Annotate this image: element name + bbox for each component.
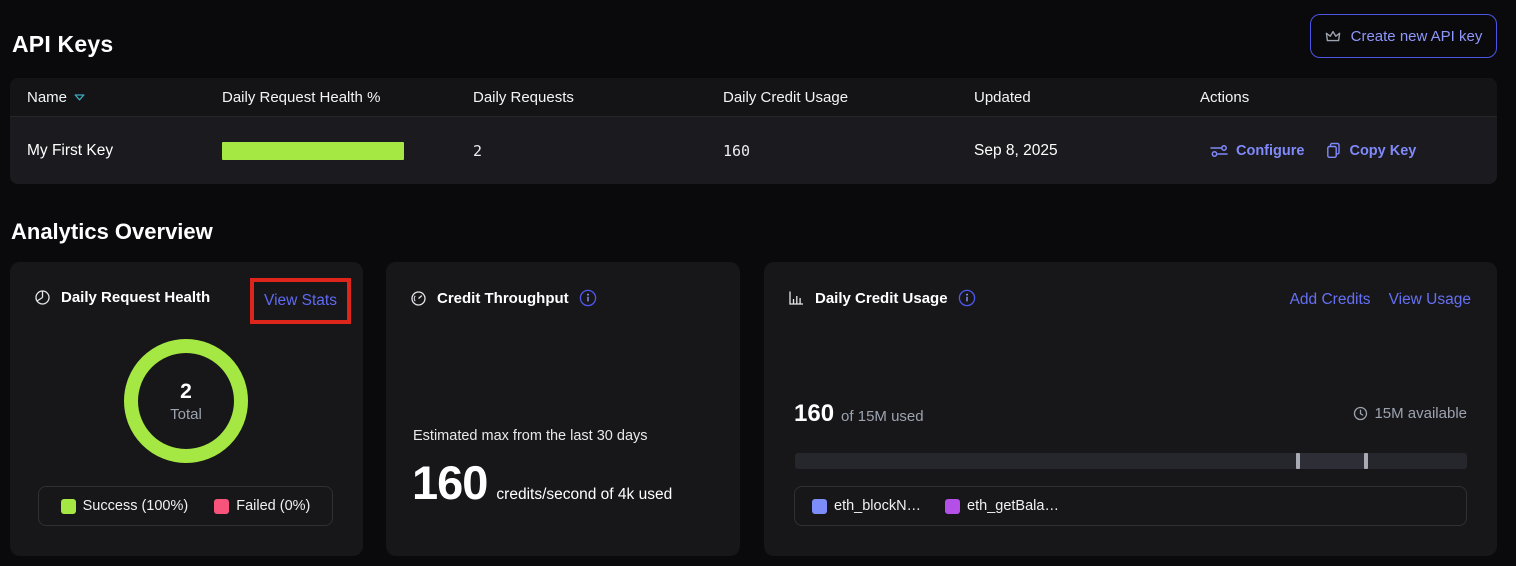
add-credits-link[interactable]: Add Credits — [1290, 291, 1371, 309]
column-header-daily-credit-usage: Daily Credit Usage — [723, 89, 974, 106]
progress-tick-marker — [1364, 453, 1368, 469]
updated-cell: Sep 8, 2025 — [974, 142, 1200, 160]
health-percent-bar — [222, 142, 404, 160]
view-usage-link[interactable]: View Usage — [1389, 291, 1471, 309]
success-swatch — [61, 499, 76, 514]
copy-icon — [1326, 142, 1341, 159]
donut-total-label: Total — [170, 406, 202, 423]
usage-legend: eth_blockN… eth_getBala… — [794, 486, 1467, 526]
annotation-highlight-box: View Stats — [250, 278, 351, 324]
page-title: API Keys — [12, 31, 113, 58]
column-header-name[interactable]: Name — [10, 89, 222, 106]
card-title-daily-request-health: Daily Request Health — [61, 289, 210, 306]
bar-chart-icon — [788, 290, 805, 306]
card-title-credit-throughput: Credit Throughput — [437, 290, 569, 307]
clock-icon — [1353, 406, 1368, 421]
info-icon[interactable] — [579, 289, 597, 307]
view-stats-link[interactable]: View Stats — [264, 292, 337, 310]
failed-swatch — [214, 499, 229, 514]
api-keys-table: Name Daily Request Health % Daily Reques… — [10, 78, 1497, 184]
column-header-daily-requests: Daily Requests — [473, 89, 723, 106]
gauge-icon — [410, 290, 427, 307]
throughput-subtitle: Estimated max from the last 30 days — [413, 428, 648, 444]
create-api-key-button[interactable]: Create new API key — [1310, 14, 1497, 58]
create-api-key-label: Create new API key — [1351, 28, 1483, 45]
health-legend: Success (100%) Failed (0%) — [38, 486, 333, 526]
legend-item-eth-blocknumber: eth_blockN… — [812, 498, 921, 514]
pie-chart-icon — [34, 289, 51, 306]
daily-credit-usage-card: Daily Credit Usage Add Credits View Usag… — [764, 262, 1497, 556]
daily-credit-usage-cell: 160 — [723, 142, 974, 160]
credits-used-value: 160 — [794, 400, 834, 428]
throughput-value-suffix: credits/second of 4k used — [496, 486, 672, 504]
key-name-cell: My First Key — [10, 142, 222, 160]
sort-chevron-down-icon — [74, 94, 85, 101]
progress-tick-marker — [1296, 453, 1300, 469]
donut-total-value: 2 — [180, 380, 192, 404]
actions-cell: Configure Copy Key — [1200, 142, 1497, 159]
column-header-actions: Actions — [1200, 89, 1497, 106]
eth-getbalance-swatch — [945, 499, 960, 514]
eth-blocknumber-swatch — [812, 499, 827, 514]
table-header-row: Name Daily Request Health % Daily Reques… — [10, 78, 1497, 116]
credits-available-label: 15M available — [1374, 405, 1467, 422]
sliders-icon — [1210, 144, 1228, 158]
configure-button[interactable]: Configure — [1210, 143, 1304, 159]
request-health-donut-chart: 2 Total — [124, 339, 248, 463]
legend-item-eth-getbalance: eth_getBala… — [945, 498, 1059, 514]
table-row: My First Key 2 160 Sep 8, 2025 Configure… — [10, 116, 1497, 184]
column-header-updated: Updated — [974, 89, 1200, 106]
column-header-health: Daily Request Health % — [222, 89, 473, 106]
legend-item-success: Success (100%) — [61, 498, 189, 514]
card-title-daily-credit-usage: Daily Credit Usage — [815, 290, 948, 307]
legend-item-failed: Failed (0%) — [214, 498, 310, 514]
credits-used-suffix: of 15M used — [841, 408, 924, 425]
credit-usage-progress-bar — [795, 453, 1467, 469]
info-icon[interactable] — [958, 289, 976, 307]
daily-requests-cell: 2 — [473, 142, 723, 160]
progress-segment — [1296, 453, 1364, 469]
throughput-value: 160 — [412, 455, 487, 510]
crown-icon — [1325, 29, 1341, 43]
credit-throughput-card: Credit Throughput Estimated max from the… — [386, 262, 740, 556]
analytics-overview-title: Analytics Overview — [11, 219, 213, 245]
daily-request-health-card: Daily Request Health View Stats 2 Total … — [10, 262, 363, 556]
copy-key-button[interactable]: Copy Key — [1326, 142, 1416, 159]
